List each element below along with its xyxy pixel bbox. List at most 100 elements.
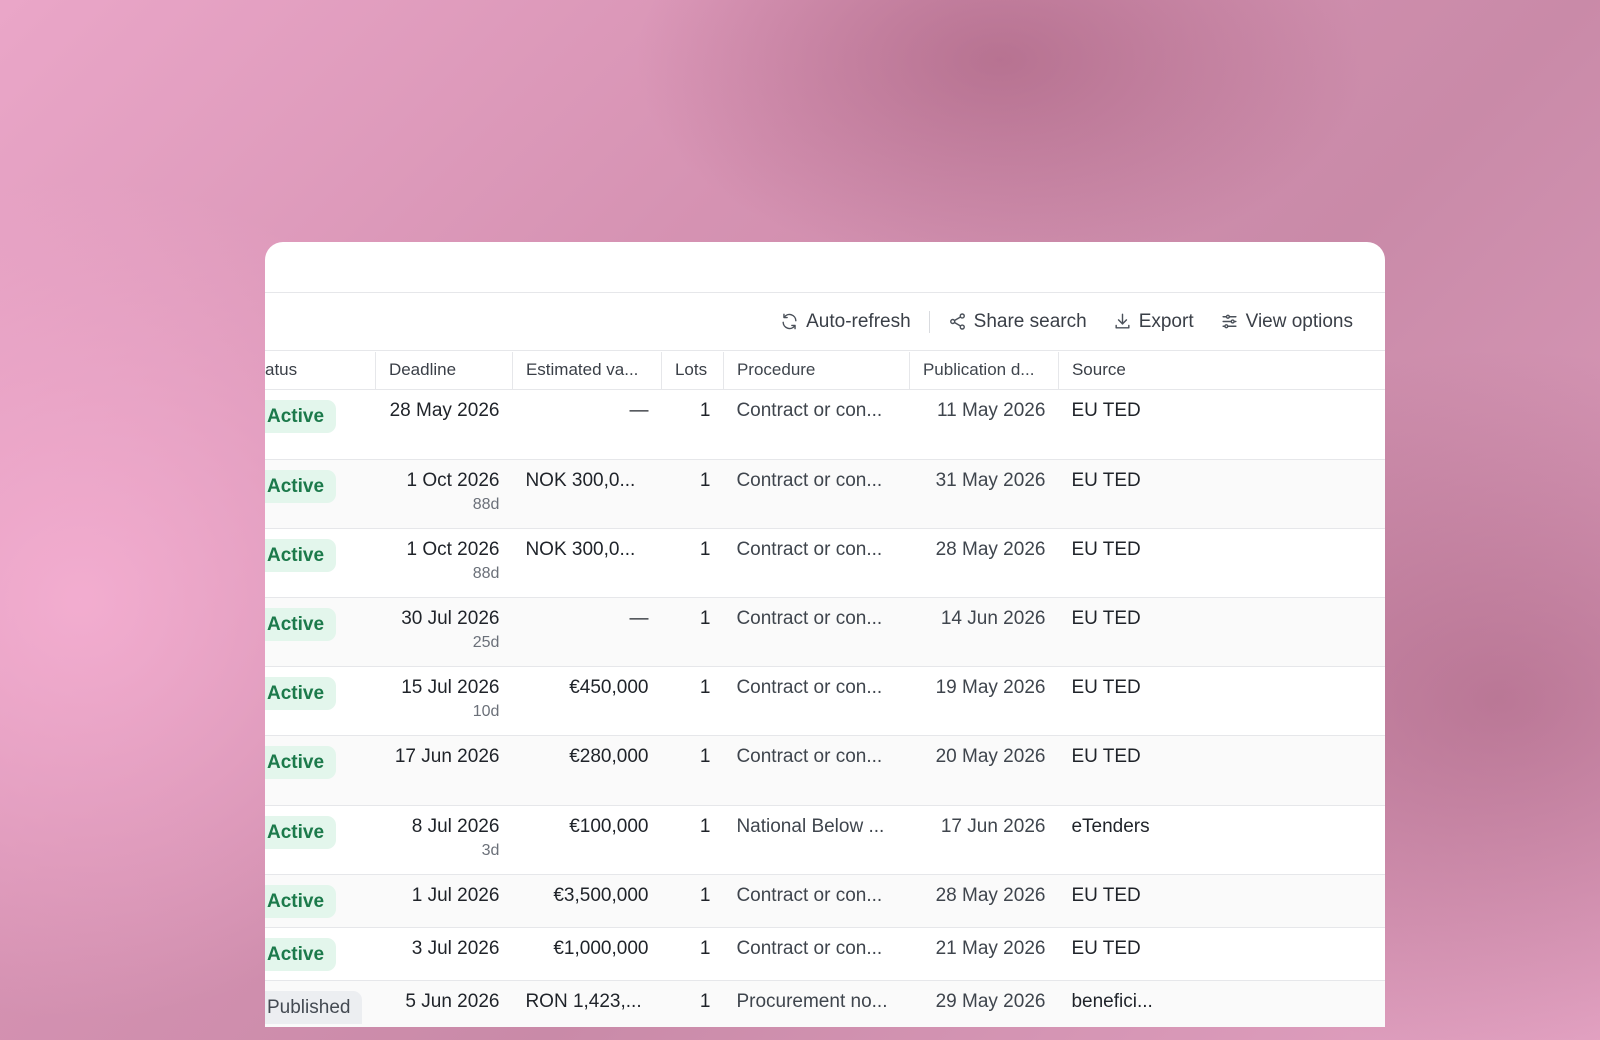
status-badge: Active (265, 399, 337, 433)
publication-date-cell: 31 May 2026 (909, 459, 1059, 529)
view-options-button[interactable]: View options (1220, 307, 1353, 337)
deadline-cell: 17 Jun 2026 (375, 735, 513, 806)
results-panel: Auto-refresh Share search Export View op… (265, 242, 1385, 1027)
procedure-cell: Contract or con... (723, 389, 910, 460)
estimated-value-cell: €100,000 (512, 805, 662, 875)
procedure-cell: Contract or con... (723, 874, 910, 928)
deadline-date: 1 Oct 2026 (406, 538, 500, 560)
export-button[interactable]: Export (1113, 307, 1194, 337)
lots-cell: 1 (661, 927, 724, 981)
table-row[interactable]: Active 1 Jul 2026 €3,500,000 1 Contract … (265, 874, 1385, 928)
view-options-label: View options (1245, 310, 1353, 332)
source-cell: benefici... (1058, 980, 1385, 1027)
table-header-row: atus Deadline Estimated va... Lots Proce… (265, 352, 1385, 390)
results-toolbar: Auto-refresh Share search Export View op… (265, 293, 1385, 351)
publication-date-cell: 19 May 2026 (909, 666, 1059, 736)
status-cell: Published (265, 980, 376, 1027)
column-header-estimated-value[interactable]: Estimated va... (512, 352, 662, 390)
table-row[interactable]: Active 1 Oct 2026 88d NOK 300,0... 1 Cont… (265, 528, 1385, 598)
table-row[interactable]: Published 5 Jun 2026 RON 1,423,... 1 Pro… (265, 980, 1385, 1027)
publication-date-cell: 28 May 2026 (909, 874, 1059, 928)
sliders-icon (1222, 314, 1237, 329)
source-cell: EU TED (1058, 528, 1385, 598)
publication-date-cell: 29 May 2026 (909, 980, 1059, 1027)
deadline-date: 1 Jul 2026 (411, 884, 500, 906)
publication-date-cell: 14 Jun 2026 (909, 597, 1059, 667)
auto-refresh-label: Auto-refresh (806, 310, 911, 332)
procedure-cell: Contract or con... (723, 597, 910, 667)
deadline-countdown: 88d (472, 564, 500, 582)
procedure-cell: National Below ... (723, 805, 910, 875)
table-row[interactable]: Active 28 May 2026 — 1 Contract or con..… (265, 389, 1385, 460)
estimated-value-cell: — (512, 597, 662, 667)
tenders-table: atus Deadline Estimated va... Lots Proce… (265, 352, 1385, 1027)
status-cell: Active (265, 735, 376, 806)
status-badge: Active (265, 937, 337, 971)
status-badge: Active (265, 469, 337, 503)
status-cell: Active (265, 528, 376, 598)
deadline-date: 8 Jul 2026 (411, 815, 500, 837)
status-cell: Active (265, 927, 376, 981)
table-row[interactable]: Active 30 Jul 2026 25d — 1 Contract or co… (265, 597, 1385, 667)
publication-date-cell: 21 May 2026 (909, 927, 1059, 981)
deadline-date: 30 Jul 2026 (401, 607, 500, 629)
status-badge: Active (265, 815, 337, 849)
deadline-cell: 30 Jul 2026 25d (375, 597, 513, 667)
deadline-cell: 1 Oct 2026 88d (375, 528, 513, 598)
refresh-icon (782, 313, 797, 330)
estimated-value-cell: €3,500,000 (512, 874, 662, 928)
deadline-date: 1 Oct 2026 (406, 469, 500, 491)
table-row[interactable]: Active 1 Oct 2026 88d NOK 300,0... 1 Cont… (265, 459, 1385, 529)
lots-cell: 1 (661, 597, 724, 667)
deadline-countdown: 3d (481, 841, 500, 859)
estimated-value-cell: RON 1,423,... (512, 980, 662, 1027)
publication-date-cell: 11 May 2026 (909, 389, 1059, 460)
share-search-button[interactable]: Share search (948, 307, 1087, 337)
publication-date-cell: 28 May 2026 (909, 528, 1059, 598)
deadline-cell: 3 Jul 2026 (375, 927, 513, 981)
column-header-publication-date[interactable]: Publication d... (909, 352, 1059, 390)
procedure-cell: Contract or con... (723, 459, 910, 529)
column-header-deadline[interactable]: Deadline (375, 352, 513, 390)
lots-cell: 1 (661, 666, 724, 736)
procedure-cell: Contract or con... (723, 927, 910, 981)
toolbar-divider (928, 310, 930, 333)
source-cell: EU TED (1058, 666, 1385, 736)
deadline-cell: 1 Jul 2026 (375, 874, 513, 928)
panel-header (265, 242, 1385, 293)
source-cell: EU TED (1058, 597, 1385, 667)
status-cell: Active (265, 389, 376, 460)
status-cell: Active (265, 459, 376, 529)
lots-cell: 1 (661, 389, 724, 460)
estimated-value-cell: — (512, 389, 662, 460)
deadline-cell: 15 Jul 2026 10d (375, 666, 513, 736)
deadline-cell: 1 Oct 2026 88d (375, 459, 513, 529)
deadline-date: 15 Jul 2026 (401, 676, 500, 698)
procedure-cell: Contract or con... (723, 666, 910, 736)
deadline-cell: 28 May 2026 (375, 389, 513, 460)
source-cell: EU TED (1058, 459, 1385, 529)
source-cell: EU TED (1058, 927, 1385, 981)
lots-cell: 1 (661, 528, 724, 598)
deadline-date: 28 May 2026 (389, 399, 500, 421)
deadline-date: 5 Jun 2026 (405, 990, 500, 1012)
lots-cell: 1 (661, 805, 724, 875)
column-header-source[interactable]: Source (1058, 352, 1385, 390)
status-badge: Active (265, 607, 337, 641)
source-cell: EU TED (1058, 874, 1385, 928)
column-header-procedure[interactable]: Procedure (723, 352, 910, 390)
table-row[interactable]: Active 8 Jul 2026 3d €100,000 1 National … (265, 805, 1385, 875)
export-label: Export (1138, 310, 1194, 332)
lots-cell: 1 (661, 980, 724, 1027)
table-row[interactable]: Active 3 Jul 2026 €1,000,000 1 Contract … (265, 927, 1385, 981)
column-header-status[interactable]: atus (265, 352, 376, 390)
table-row[interactable]: Active 17 Jun 2026 €280,000 1 Contract o… (265, 735, 1385, 806)
estimated-value-cell: €450,000 (512, 666, 662, 736)
auto-refresh-button[interactable]: Auto-refresh (780, 307, 911, 337)
table-row[interactable]: Active 15 Jul 2026 10d €450,000 1 Contrac… (265, 666, 1385, 736)
deadline-cell: 8 Jul 2026 3d (375, 805, 513, 875)
estimated-value-cell: NOK 300,0... (512, 528, 662, 598)
column-header-lots[interactable]: Lots (661, 352, 724, 390)
deadline-cell: 5 Jun 2026 (375, 980, 513, 1027)
download-icon (1115, 313, 1130, 329)
